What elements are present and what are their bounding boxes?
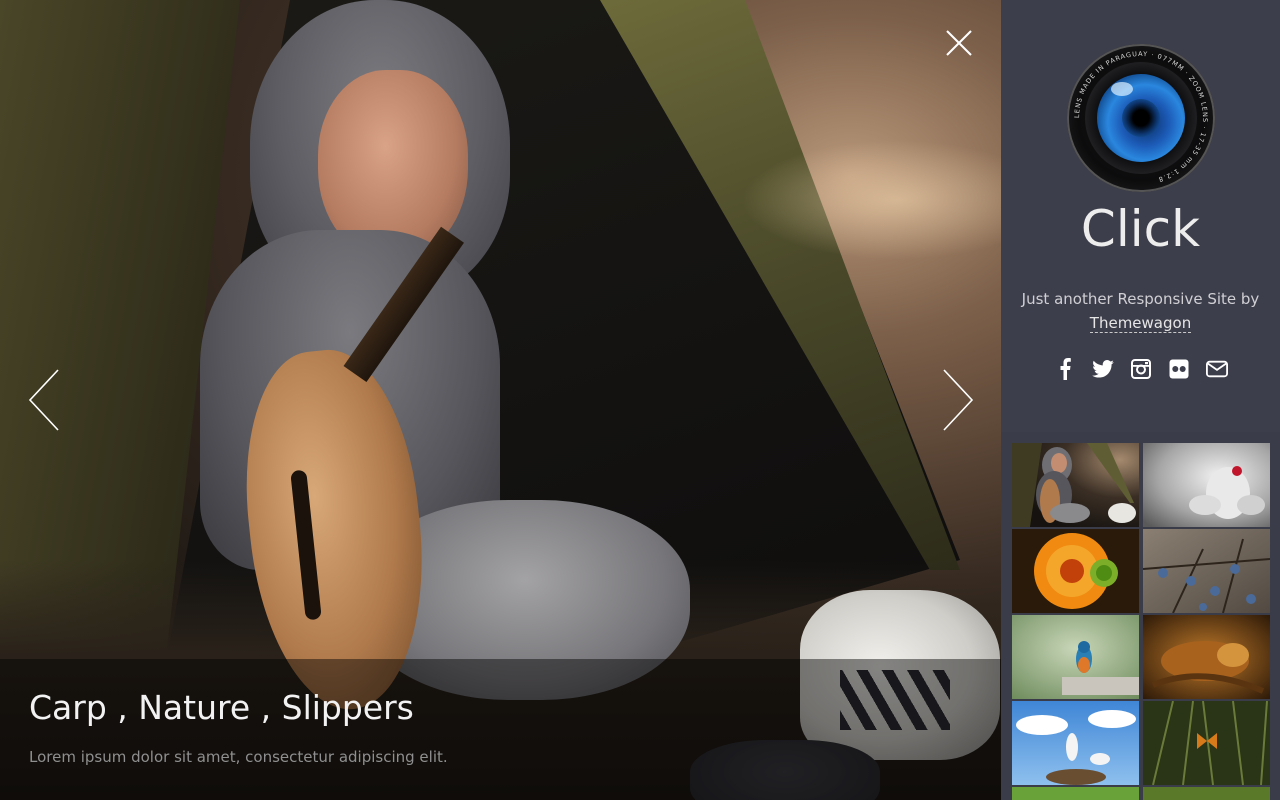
flickr-link[interactable] xyxy=(1168,356,1190,382)
flickr-icon xyxy=(1169,359,1188,379)
next-button[interactable] xyxy=(940,368,976,432)
thumbnail-iguana[interactable] xyxy=(1143,615,1270,699)
email-link[interactable] xyxy=(1205,356,1228,382)
thumbnail-leaves[interactable] xyxy=(1143,787,1270,800)
close-button[interactable] xyxy=(944,28,974,58)
sidebar: LENS MADE IN PARAGUAY · 077MM · ZOOM LEN… xyxy=(1001,0,1280,800)
instagram-icon xyxy=(1130,359,1151,379)
thumbnail-butterfly[interactable] xyxy=(1143,701,1270,785)
lightbox-image: Carp , Nature , Slippers Lorem ipsum dol… xyxy=(0,0,1001,800)
thumbnail-gerbera[interactable] xyxy=(1012,529,1139,613)
facebook-icon xyxy=(1060,358,1071,380)
thumbnail-image xyxy=(1143,787,1270,800)
thumbnail-boy-guitar[interactable] xyxy=(1012,443,1139,527)
envelope-icon xyxy=(1205,360,1228,378)
previous-button[interactable] xyxy=(26,368,62,432)
tagline: Just another Responsive Site by Themewag… xyxy=(1001,287,1280,335)
thumbnail-image xyxy=(1012,529,1139,613)
sidebar-header: LENS MADE IN PARAGUAY · 077MM · ZOOM LEN… xyxy=(1001,0,1280,432)
site-title[interactable]: Click xyxy=(1001,200,1280,258)
thumbnail-kingfisher[interactable] xyxy=(1012,615,1139,699)
chevron-right-icon xyxy=(943,369,974,431)
thumbnail-image xyxy=(1143,701,1270,785)
caption-title: Carp , Nature , Slippers xyxy=(29,688,414,727)
instagram-link[interactable] xyxy=(1130,356,1152,382)
thumbnail-berries[interactable] xyxy=(1143,529,1270,613)
twitter-link[interactable] xyxy=(1091,356,1114,382)
thumbnail-image xyxy=(1012,787,1139,800)
thumbnail-image xyxy=(1012,701,1139,785)
thumbnail-field[interactable] xyxy=(1012,787,1139,800)
thumbnail-ladybug[interactable] xyxy=(1143,443,1270,527)
background-light xyxy=(741,140,1001,260)
chevron-left-icon xyxy=(28,369,59,431)
tagline-text: Just another Responsive Site by xyxy=(1021,290,1260,308)
thumbnail-image xyxy=(1143,443,1270,527)
caption-bar xyxy=(0,659,1001,800)
camera-lens-logo: LENS MADE IN PARAGUAY · 077MM · ZOOM LEN… xyxy=(1067,44,1215,192)
facebook-link[interactable] xyxy=(1054,356,1076,382)
lens-glint xyxy=(1111,82,1133,96)
close-icon xyxy=(946,30,972,56)
thumbnail-image xyxy=(1012,443,1139,527)
thumbnail-storks[interactable] xyxy=(1012,701,1139,785)
thumbnail-grid xyxy=(1012,443,1270,800)
social-links xyxy=(1001,356,1280,382)
caption-text: Lorem ipsum dolor sit amet, consectetur … xyxy=(29,748,448,766)
lens-iris xyxy=(1122,99,1160,137)
thumbnail-image xyxy=(1143,529,1270,613)
thumbnail-image xyxy=(1012,615,1139,699)
thumbnail-image xyxy=(1143,615,1270,699)
themewagon-link[interactable]: Themewagon xyxy=(1089,314,1192,333)
twitter-icon xyxy=(1091,360,1114,378)
